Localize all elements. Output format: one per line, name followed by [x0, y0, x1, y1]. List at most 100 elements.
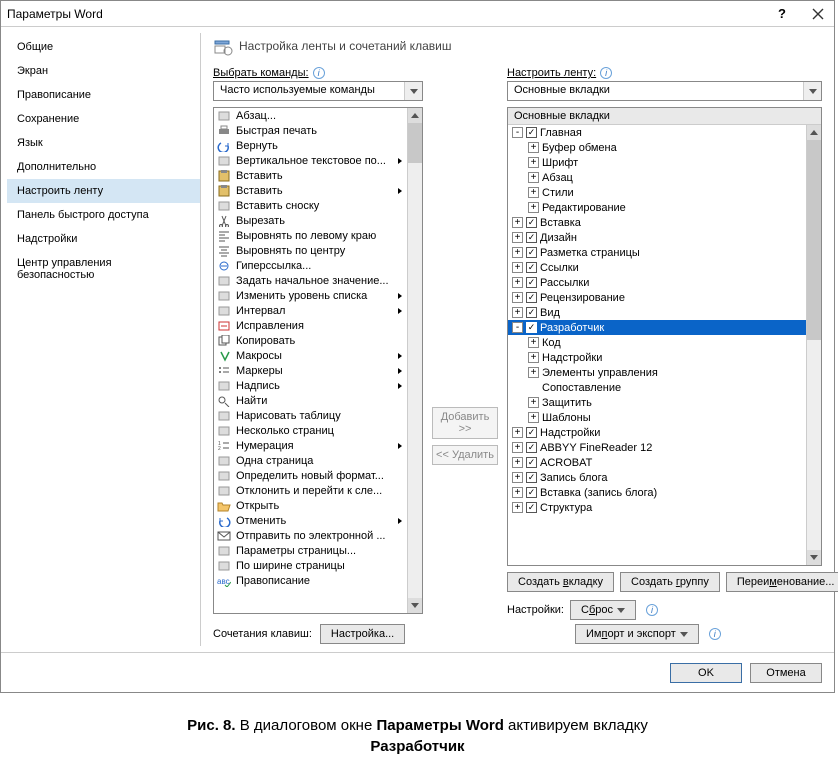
plus-icon[interactable]: +: [512, 307, 523, 318]
scroll-up-icon[interactable]: [408, 108, 422, 123]
scrollbar[interactable]: [806, 125, 821, 565]
plus-icon[interactable]: +: [512, 442, 523, 453]
command-item[interactable]: Вставить: [214, 168, 407, 183]
help-button[interactable]: ?: [778, 6, 786, 21]
tree-item[interactable]: +Надстройки: [508, 425, 806, 440]
new-group-button[interactable]: Создать группу: [620, 572, 720, 592]
tree-item[interactable]: -Главная: [508, 125, 806, 140]
scroll-down-icon[interactable]: [408, 598, 422, 613]
command-item[interactable]: Нарисовать таблицу: [214, 408, 407, 423]
tree-item[interactable]: +Стили: [508, 185, 806, 200]
plus-icon[interactable]: +: [512, 427, 523, 438]
command-item[interactable]: Вставить сноску: [214, 198, 407, 213]
info-icon[interactable]: i: [313, 67, 325, 79]
command-item[interactable]: Быстрая печать: [214, 123, 407, 138]
plus-icon[interactable]: +: [528, 352, 539, 363]
plus-icon[interactable]: +: [528, 412, 539, 423]
checkbox[interactable]: [526, 247, 537, 258]
command-item[interactable]: Интервал: [214, 303, 407, 318]
checkbox[interactable]: [526, 217, 537, 228]
commands-listbox[interactable]: Абзац...Быстрая печатьВернутьВертикально…: [213, 107, 423, 614]
tree-item[interactable]: +ACROBAT: [508, 455, 806, 470]
add-button[interactable]: Добавить >>: [432, 407, 498, 439]
plus-icon[interactable]: +: [528, 397, 539, 408]
rename-button[interactable]: Переименование...: [726, 572, 838, 592]
info-icon[interactable]: i: [646, 604, 658, 616]
checkbox[interactable]: [526, 232, 537, 243]
checkbox[interactable]: [526, 457, 537, 468]
import-export-button[interactable]: Импорт и экспорт: [575, 624, 699, 644]
tree-item[interactable]: -Разработчик: [508, 320, 806, 335]
checkbox[interactable]: [526, 322, 537, 333]
info-icon[interactable]: i: [709, 628, 721, 640]
plus-icon[interactable]: +: [512, 502, 523, 513]
plus-icon[interactable]: +: [512, 487, 523, 498]
command-item[interactable]: Несколько страниц: [214, 423, 407, 438]
ok-button[interactable]: OK: [670, 663, 742, 683]
plus-icon[interactable]: +: [528, 157, 539, 168]
scroll-thumb[interactable]: [408, 123, 422, 163]
sidebar-item[interactable]: Настроить ленту: [7, 179, 200, 203]
command-item[interactable]: Вертикальное текстовое по...: [214, 153, 407, 168]
scroll-thumb[interactable]: [807, 140, 821, 340]
command-item[interactable]: Макросы: [214, 348, 407, 363]
command-item[interactable]: Открыть: [214, 498, 407, 513]
tree-item[interactable]: +Рецензирование: [508, 290, 806, 305]
customize-shortcuts-button[interactable]: Настройка...: [320, 624, 405, 644]
tree-item[interactable]: +Код: [508, 335, 806, 350]
remove-button[interactable]: << Удалить: [432, 445, 498, 465]
scroll-down-icon[interactable]: [807, 550, 821, 565]
command-item[interactable]: По ширине страницы: [214, 558, 407, 573]
command-item[interactable]: Параметры страницы...: [214, 543, 407, 558]
close-button[interactable]: [802, 1, 834, 27]
checkbox[interactable]: [526, 442, 537, 453]
command-item[interactable]: Найти: [214, 393, 407, 408]
command-item[interactable]: Надпись: [214, 378, 407, 393]
tree-item[interactable]: +Редактирование: [508, 200, 806, 215]
checkbox[interactable]: [526, 427, 537, 438]
command-item[interactable]: Вставить: [214, 183, 407, 198]
minus-icon[interactable]: -: [512, 127, 523, 138]
tree-item[interactable]: +Абзац: [508, 170, 806, 185]
sidebar-item[interactable]: Сохранение: [7, 107, 200, 131]
plus-icon[interactable]: +: [512, 217, 523, 228]
command-item[interactable]: Одна страница: [214, 453, 407, 468]
command-item[interactable]: Отменить: [214, 513, 407, 528]
plus-icon[interactable]: +: [528, 172, 539, 183]
tree-item[interactable]: +Надстройки: [508, 350, 806, 365]
tree-item[interactable]: +Буфер обмена: [508, 140, 806, 155]
checkbox[interactable]: [526, 307, 537, 318]
sidebar-item[interactable]: Общие: [7, 35, 200, 59]
tree-item[interactable]: +Вставка: [508, 215, 806, 230]
choose-commands-combo[interactable]: Часто используемые команды: [213, 81, 423, 101]
sidebar-item[interactable]: Дополнительно: [7, 155, 200, 179]
sidebar-item[interactable]: Язык: [7, 131, 200, 155]
sidebar-item[interactable]: Панель быстрого доступа: [7, 203, 200, 227]
command-item[interactable]: Маркеры: [214, 363, 407, 378]
command-item[interactable]: Абзац...: [214, 108, 407, 123]
tree-item[interactable]: +Шрифт: [508, 155, 806, 170]
command-item[interactable]: Гиперссылка...: [214, 258, 407, 273]
checkbox[interactable]: [526, 502, 537, 513]
command-item[interactable]: Задать начальное значение...: [214, 273, 407, 288]
checkbox[interactable]: [526, 262, 537, 273]
tree-item[interactable]: +Структура: [508, 500, 806, 515]
plus-icon[interactable]: +: [512, 232, 523, 243]
command-item[interactable]: Вырезать: [214, 213, 407, 228]
new-tab-button[interactable]: Создать вкладку: [507, 572, 614, 592]
ribbon-tree[interactable]: Основные вкладки -Главная+Буфер обмена+Ш…: [507, 107, 822, 566]
plus-icon[interactable]: +: [528, 367, 539, 378]
command-item[interactable]: Определить новый формат...: [214, 468, 407, 483]
minus-icon[interactable]: -: [512, 322, 523, 333]
tree-item[interactable]: +Защитить: [508, 395, 806, 410]
plus-icon[interactable]: +: [528, 187, 539, 198]
plus-icon[interactable]: +: [512, 472, 523, 483]
tree-item[interactable]: +Шаблоны: [508, 410, 806, 425]
info-icon[interactable]: i: [600, 67, 612, 79]
tree-item[interactable]: +Элементы управления: [508, 365, 806, 380]
tree-item[interactable]: +Рассылки: [508, 275, 806, 290]
command-item[interactable]: Выровнять по левому краю: [214, 228, 407, 243]
tree-item[interactable]: Сопоставление: [508, 380, 806, 395]
command-item[interactable]: 12Нумерация: [214, 438, 407, 453]
command-item[interactable]: Исправления: [214, 318, 407, 333]
